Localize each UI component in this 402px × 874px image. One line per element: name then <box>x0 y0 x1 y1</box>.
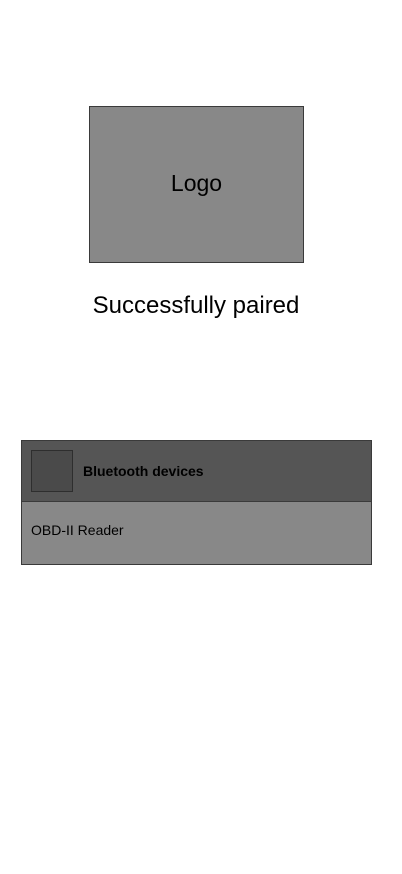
logo-placeholder: Logo <box>89 106 304 263</box>
device-name: OBD-II Reader <box>31 522 124 538</box>
device-list-item-obd-ii-reader[interactable]: OBD-II Reader <box>22 502 371 564</box>
bluetooth-devices-title: Bluetooth devices <box>83 463 204 479</box>
bluetooth-icon <box>31 450 73 492</box>
bluetooth-devices-panel: Bluetooth devices OBD-II Reader <box>21 440 372 565</box>
bluetooth-devices-header: Bluetooth devices <box>22 441 371 502</box>
pairing-status-message: Successfully paired <box>92 292 300 319</box>
logo-label: Logo <box>170 170 223 196</box>
